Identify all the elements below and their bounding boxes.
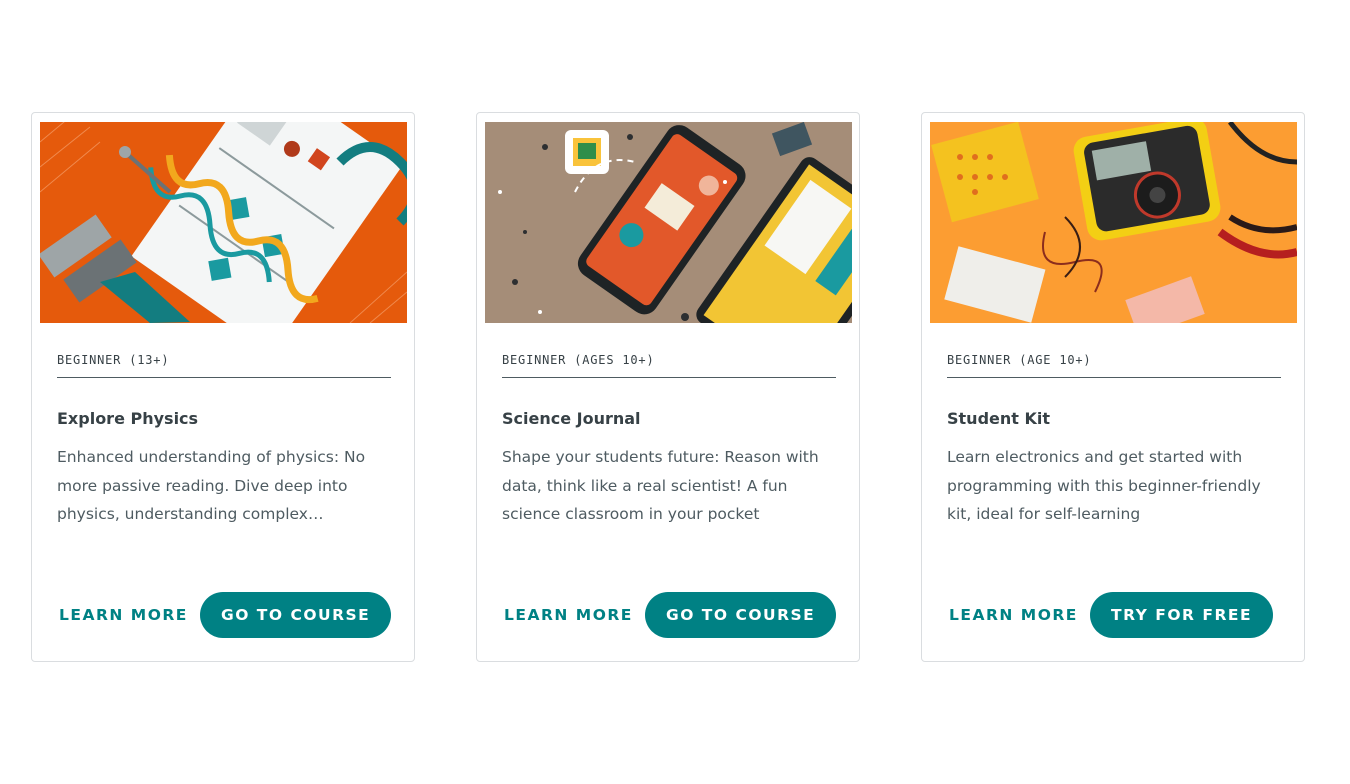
student-kit-image[interactable] (930, 122, 1297, 323)
explore-physics-image[interactable] (40, 122, 407, 323)
try-for-free-button[interactable]: TRY FOR FREE (1090, 592, 1274, 638)
course-title: Student Kit (947, 409, 1051, 428)
course-title: Science Journal (502, 409, 641, 428)
course-title: Explore Physics (57, 409, 199, 428)
learn-more-link[interactable]: LEARN MORE (59, 606, 188, 624)
go-to-course-button[interactable]: GO TO COURSE (200, 592, 392, 638)
course-level: BEGINNER (AGES 10+) (502, 353, 836, 378)
science-journal-image[interactable] (485, 122, 852, 323)
go-to-course-button[interactable]: GO TO COURSE (645, 592, 837, 638)
course-level: BEGINNER (13+) (57, 353, 391, 378)
learn-more-link[interactable]: LEARN MORE (949, 606, 1078, 624)
course-card-explore-physics: BEGINNER (13+) Explore Physics Enhanced … (31, 112, 415, 662)
course-card-science-journal: BEGINNER (AGES 10+) Science Journal Shap… (476, 112, 860, 662)
course-description: Shape your students future: Reason with … (502, 448, 819, 523)
learn-more-link[interactable]: LEARN MORE (504, 606, 633, 624)
course-card-student-kit: BEGINNER (AGE 10+) Student Kit Learn ele… (921, 112, 1305, 662)
course-level: BEGINNER (AGE 10+) (947, 353, 1281, 378)
course-description: Enhanced understanding of physics: No mo… (57, 448, 366, 523)
course-description: Learn electronics and get started with p… (947, 448, 1261, 523)
